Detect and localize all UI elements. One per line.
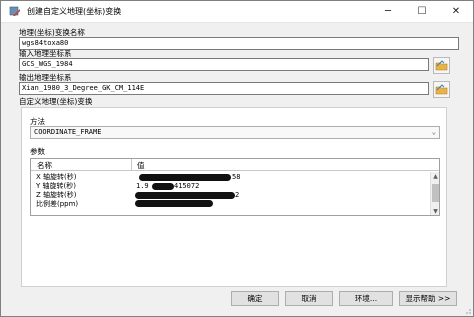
- method-selected-value: COORDINATE_FRAME: [34, 128, 102, 136]
- cancel-button[interactable]: 取消: [285, 291, 333, 306]
- environments-button[interactable]: 环境...: [339, 291, 393, 306]
- param-value[interactable]: 1.9: [136, 182, 149, 191]
- output-gcs-browse-button[interactable]: [433, 81, 450, 98]
- params-table-header: 名称 值: [31, 159, 439, 171]
- redaction-mark: [152, 183, 174, 190]
- close-button[interactable]: ✕: [439, 1, 473, 23]
- param-name: Y 轴旋转(秒): [36, 182, 76, 190]
- scroll-up-icon[interactable]: ▲: [431, 172, 439, 181]
- params-scrollbar[interactable]: ▲ ▼: [430, 172, 439, 215]
- chevron-down-icon[interactable]: ⌄: [432, 127, 436, 138]
- params-label: 参数: [30, 147, 45, 156]
- resize-grip-icon[interactable]: [463, 306, 471, 314]
- column-divider: [131, 159, 132, 171]
- folder-icon: [435, 84, 448, 95]
- output-gcs-field[interactable]: Xian_1980_3_Degree_GK_CM_114E: [19, 82, 429, 95]
- ok-button[interactable]: 确定: [231, 291, 279, 306]
- params-table: 名称 值 X 轴旋转(秒) 58 Y 轴旋转(秒) 1.9 415072 Z 轴…: [30, 158, 440, 216]
- minimize-button[interactable]: ─: [371, 1, 405, 23]
- col-name-header: 名称: [37, 161, 52, 170]
- show-help-button[interactable]: 显示帮助 >>: [399, 291, 457, 306]
- param-value-suffix: 58: [232, 173, 241, 181]
- param-value-suffix: 415072: [174, 182, 200, 190]
- maximize-button[interactable]: ☐: [405, 1, 439, 23]
- redaction-mark: [139, 174, 231, 181]
- param-name: Z 轴旋转(秒): [36, 191, 77, 199]
- tool-icon: [9, 6, 20, 16]
- table-row[interactable]: Z 轴旋转(秒) 2: [31, 191, 439, 200]
- method-select[interactable]: COORDINATE_FRAME ⌄: [30, 126, 440, 139]
- table-row[interactable]: Y 轴旋转(秒) 1.9 415072: [31, 182, 439, 191]
- transform-name-input[interactable]: wgs84toxa80: [19, 37, 459, 50]
- table-row[interactable]: X 轴旋转(秒) 58: [31, 173, 439, 182]
- param-name: 比例差(ppm): [36, 200, 79, 208]
- custom-transform-group: 方法 COORDINATE_FRAME ⌄ 参数 名称 值 X 轴旋转(秒) 5…: [21, 107, 447, 287]
- custom-transform-label: 自定义地理(坐标)变换: [19, 97, 93, 106]
- folder-icon: [435, 60, 448, 71]
- title-bar: 创建自定义地理(坐标)变换 ─ ☐ ✕: [1, 1, 473, 23]
- param-name: X 轴旋转(秒): [36, 173, 77, 181]
- param-value-suffix: 2: [235, 191, 240, 199]
- input-gcs-field[interactable]: GCS_WGS_1984: [19, 58, 429, 71]
- dialog-window: 创建自定义地理(坐标)变换 ─ ☐ ✕ 地理(坐标)变换名称 wgs84toxa…: [0, 0, 474, 317]
- redaction-mark: [135, 192, 235, 199]
- scroll-down-icon[interactable]: ▼: [431, 207, 439, 215]
- window-title: 创建自定义地理(坐标)变换: [27, 7, 122, 16]
- col-value-header: 值: [137, 161, 145, 170]
- scrollbar-thumb[interactable]: [432, 184, 439, 202]
- table-row[interactable]: 比例差(ppm): [31, 200, 439, 209]
- input-gcs-browse-button[interactable]: [433, 57, 450, 74]
- redaction-mark: [135, 200, 213, 207]
